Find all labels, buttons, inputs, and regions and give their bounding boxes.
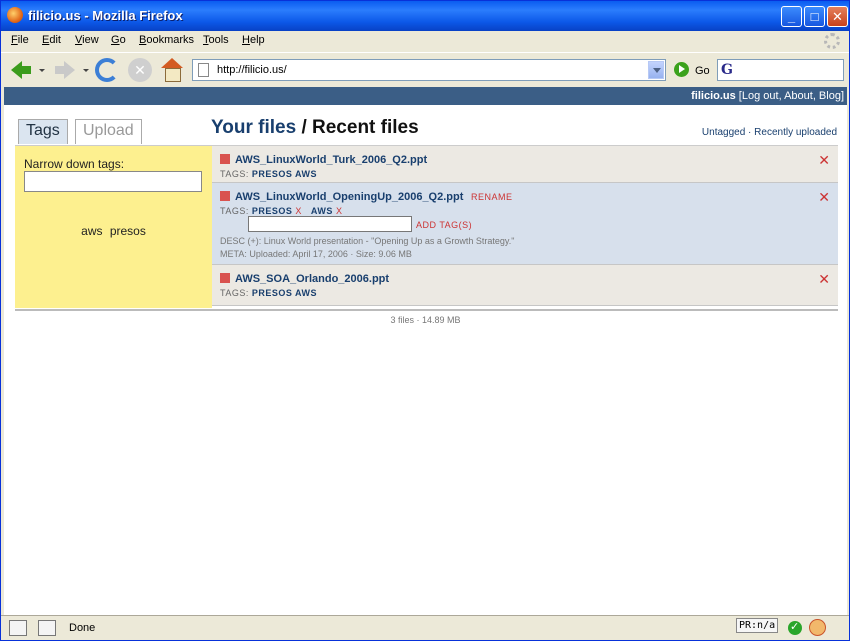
check-icon[interactable] <box>788 620 802 635</box>
tab-upload[interactable]: Upload <box>75 119 142 144</box>
tag-links[interactable]: PRESOS AWS <box>252 169 317 179</box>
file-row: AWS_SOA_Orlando_2006.ppt ✕ TAGS: PRESOS … <box>212 265 838 306</box>
delete-icon[interactable]: ✕ <box>818 152 830 169</box>
add-tag-button[interactable]: ADD TAG(S) <box>416 220 472 230</box>
tag-links[interactable]: PRESOS AWS <box>252 288 317 298</box>
file-row: AWS_LinuxWorld_Turk_2006_Q2.ppt ✕ TAGS: … <box>212 145 838 183</box>
remove-tag-aws[interactable]: X <box>336 206 343 216</box>
search-input[interactable]: G <box>717 59 844 81</box>
ppt-file-icon <box>220 191 230 201</box>
file-tags: TAGS: PRESOS X AWS X <box>220 206 348 216</box>
go-button[interactable]: Go <box>695 65 710 77</box>
file-row-selected: AWS_LinuxWorld_OpeningUp_2006_Q2.ppt REN… <box>212 183 838 265</box>
file-name-link[interactable]: AWS_LinuxWorld_Turk_2006_Q2.ppt <box>235 154 427 166</box>
menu-bookmarks[interactable]: Bookmarks <box>139 34 194 46</box>
filter-links[interactable]: Untagged · Recently uploaded <box>702 127 837 138</box>
url-text[interactable]: http://filicio.us/ <box>217 64 287 76</box>
browser-window: filicio.us - Mozilla Firefox _ □ ✕ File … <box>0 0 850 641</box>
file-name-link[interactable]: AWS_LinuxWorld_OpeningUp_2006_Q2.ppt <box>235 191 463 203</box>
back-dropdown-icon[interactable] <box>39 69 45 72</box>
stop-icon[interactable]: ✕ <box>128 58 152 82</box>
status-text: Done <box>69 622 96 634</box>
delete-icon[interactable]: ✕ <box>818 271 830 288</box>
sidebar-toggle-icon[interactable] <box>9 620 27 636</box>
menu-help[interactable]: Help <box>242 34 265 46</box>
throbber-icon <box>824 33 840 49</box>
window-title: filicio.us - Mozilla Firefox <box>28 8 183 23</box>
file-name-link[interactable]: AWS_SOA_Orlando_2006.ppt <box>235 273 389 285</box>
navigation-toolbar: ✕ http://filicio.us/ Go G <box>1 52 849 86</box>
forward-arrow-icon[interactable] <box>53 58 77 82</box>
tags-label: TAGS: <box>220 206 249 216</box>
narrow-tags-input[interactable] <box>24 171 202 192</box>
firefox-icon <box>7 7 23 23</box>
divider <box>15 309 838 311</box>
file-meta: META: Uploaded: April 17, 2006 · Size: 9… <box>220 249 412 259</box>
pen-icon[interactable] <box>38 620 56 636</box>
your-files-link[interactable]: Your files <box>211 117 296 138</box>
tags-label: TAGS: <box>220 169 249 179</box>
close-button[interactable]: ✕ <box>827 6 848 27</box>
back-arrow-icon[interactable] <box>9 58 33 82</box>
tags-label: TAGS: <box>220 288 249 298</box>
home-icon[interactable] <box>160 58 184 82</box>
site-header-text: filicio.us [Log out, About, Blog] <box>691 90 844 102</box>
google-icon[interactable]: G <box>721 62 733 78</box>
ppt-file-icon <box>220 154 230 164</box>
site-name[interactable]: filicio.us <box>691 90 736 102</box>
page-title: Your files / Recent files <box>211 117 419 139</box>
file-list: AWS_LinuxWorld_Turk_2006_Q2.ppt ✕ TAGS: … <box>212 145 838 306</box>
go-icon[interactable] <box>674 62 689 77</box>
menu-edit[interactable]: Edit <box>42 34 61 46</box>
page-content: filicio.us [Log out, About, Blog] Tags U… <box>4 87 847 615</box>
url-bar[interactable]: http://filicio.us/ <box>192 59 666 81</box>
smiley-icon[interactable] <box>809 619 826 636</box>
maximize-button[interactable]: □ <box>804 6 825 27</box>
ppt-file-icon <box>220 273 230 283</box>
url-dropdown-button[interactable] <box>648 61 664 79</box>
tab-tags[interactable]: Tags <box>18 119 68 144</box>
status-bar: Done PR:n/a <box>1 615 849 640</box>
narrow-tags-label: Narrow down tags: <box>24 157 125 171</box>
tag-presos-link[interactable]: PRESOS <box>252 206 293 216</box>
reload-icon[interactable] <box>95 58 119 82</box>
forward-dropdown-icon[interactable] <box>83 69 89 72</box>
menu-go[interactable]: Go <box>111 34 126 46</box>
menu-file[interactable]: File <box>11 34 29 46</box>
menu-tools[interactable]: Tools <box>203 34 229 46</box>
tag-aws-link[interactable]: AWS <box>311 206 333 216</box>
remove-tag-presos[interactable]: X <box>295 206 302 216</box>
page-icon <box>198 63 209 77</box>
menu-view[interactable]: View <box>75 34 99 46</box>
minimize-button[interactable]: _ <box>781 6 802 27</box>
recent-files-title: Recent files <box>312 117 419 138</box>
files-summary: 3 files · 14.89 MB <box>390 315 461 325</box>
file-tags: TAGS: PRESOS AWS <box>220 288 317 298</box>
title-bar: filicio.us - Mozilla Firefox _ □ ✕ <box>1 1 849 31</box>
file-tags: TAGS: PRESOS AWS <box>220 169 317 179</box>
file-description: DESC (+): Linux World presentation - "Op… <box>220 236 515 246</box>
site-header: filicio.us [Log out, About, Blog] <box>4 87 847 105</box>
tag-cloud[interactable]: aws presos <box>15 224 212 238</box>
rename-link[interactable]: RENAME <box>471 192 513 202</box>
menu-bar: File Edit View Go Bookmarks Tools Help <box>1 31 849 51</box>
pagerank-indicator[interactable]: PR:n/a <box>736 618 779 633</box>
account-links[interactable]: [Log out, About, Blog] <box>736 90 844 102</box>
title-separator: / <box>296 117 313 138</box>
delete-icon[interactable]: ✕ <box>818 189 830 206</box>
tag-sidebar: Narrow down tags: aws presos <box>15 145 212 308</box>
add-tag-input[interactable] <box>248 216 412 232</box>
